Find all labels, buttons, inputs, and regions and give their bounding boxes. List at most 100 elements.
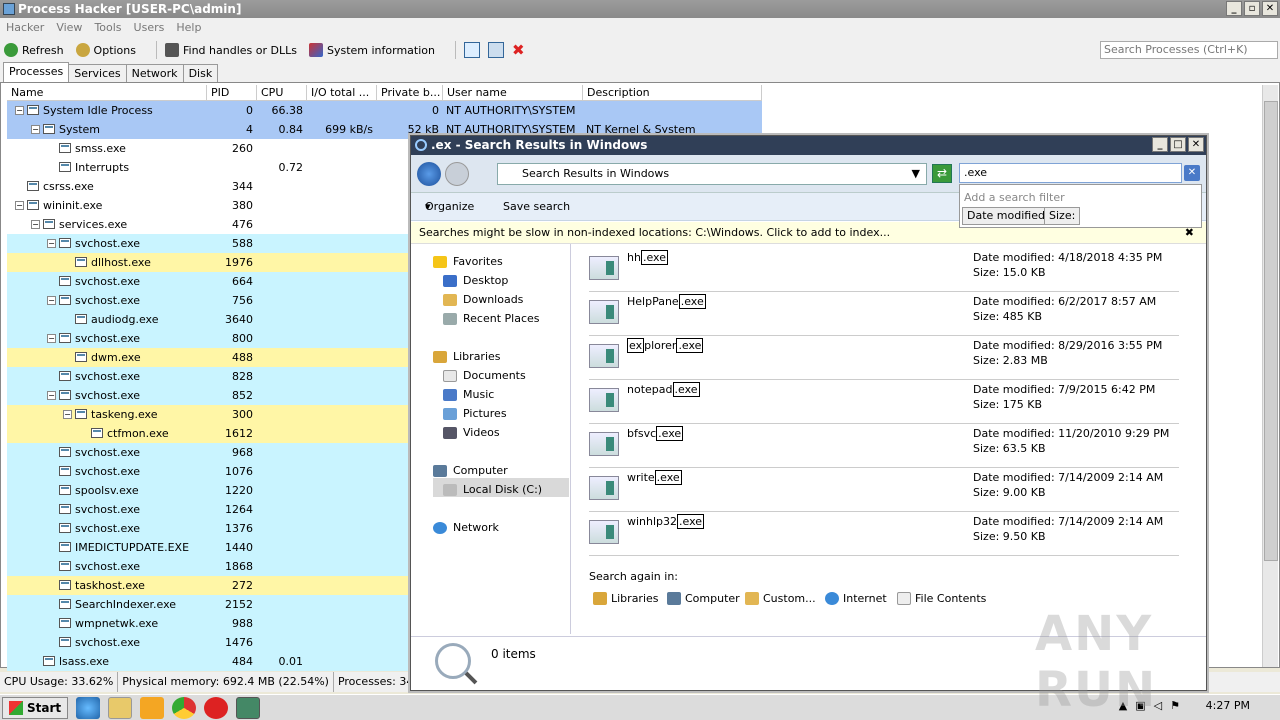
explorer-search-input[interactable]: .exe <box>959 163 1182 183</box>
system-info-label: System information <box>326 43 435 57</box>
process-icon <box>59 618 71 628</box>
search-again-file-contents[interactable]: File Contents <box>897 592 986 605</box>
status-processes: Processes: 34 <box>334 672 419 692</box>
system-info-button[interactable]: System information <box>308 43 435 57</box>
search-result-item[interactable]: notepad .exe Date modified: 7/9/2015 6:42 … <box>589 380 1179 424</box>
nav-videos[interactable]: Videos <box>443 423 500 442</box>
tree-toggle-icon[interactable]: − <box>31 124 40 134</box>
menu-tools[interactable]: Tools <box>92 18 127 38</box>
explorer-close-button[interactable]: ✕ <box>1188 137 1204 152</box>
search-clear-button[interactable]: ✕ <box>1184 165 1200 181</box>
nav-documents[interactable]: Documents <box>443 366 526 385</box>
search-result-item[interactable]: ex plorer .exe Date modified: 8/29/2016 3:5… <box>589 336 1179 380</box>
scrollbar-thumb[interactable] <box>1264 101 1278 561</box>
maximize-button[interactable]: ▫ <box>1244 1 1260 16</box>
tree-toggle-icon[interactable]: − <box>15 200 24 210</box>
filter-date-modified[interactable]: Date modified: <box>962 207 1054 225</box>
minimize-button[interactable]: _ <box>1226 1 1242 16</box>
col-name[interactable]: Name <box>7 85 207 101</box>
process-pid: 488 <box>232 351 253 364</box>
col-private[interactable]: Private b... <box>377 85 443 101</box>
tab-network[interactable]: Network <box>125 64 184 82</box>
process-cpu <box>257 329 307 348</box>
process-row[interactable]: − System Idle Process 0 66.38 0 NT AUTHORITY\… <box>7 101 762 120</box>
ie-icon[interactable] <box>76 696 101 719</box>
process-hacker-task-icon[interactable] <box>236 696 261 719</box>
process-search-input[interactable]: Search Processes (Ctrl+K) <box>1100 41 1278 59</box>
terminate-icon[interactable]: ✖ <box>512 42 528 58</box>
tree-toggle-icon[interactable]: − <box>47 333 56 343</box>
address-dropdown-icon[interactable]: ▼ <box>912 164 920 184</box>
process-cpu <box>257 196 307 215</box>
tree-toggle-icon[interactable]: − <box>63 409 72 419</box>
options-button[interactable]: Options <box>75 43 136 57</box>
window-arrow-icon[interactable] <box>487 42 504 58</box>
back-button[interactable] <box>417 162 441 186</box>
search-result-item[interactable]: winhlp32 .exe Date modified: 7/14/2009 2:1… <box>589 512 1179 556</box>
save-search-button[interactable]: Save search <box>503 193 570 221</box>
process-name-cell: − taskeng.exe <box>7 405 207 424</box>
process-name-cell: IMEDICTUPDATE.EXE <box>7 538 207 557</box>
menu-hacker[interactable]: Hacker <box>4 18 50 38</box>
search-result-item[interactable]: HelpPane .exe Date modified: 6/2/2017 8:57… <box>589 292 1179 336</box>
nav-network[interactable]: Network <box>433 518 499 537</box>
tab-processes[interactable]: Processes <box>3 62 70 82</box>
search-result-item[interactable]: write .exe Date modified: 7/14/2009 2:14 A… <box>589 468 1179 512</box>
nav-local-disk[interactable]: Local Disk (C:) <box>443 480 542 499</box>
tab-disk[interactable]: Disk <box>182 64 219 82</box>
menu-view[interactable]: View <box>54 18 88 38</box>
nav-desktop[interactable]: Desktop <box>443 271 508 290</box>
search-result-item[interactable]: hh .exe Date modified: 4/18/2018 4:35 PM Si… <box>589 248 1179 292</box>
search-again-computer[interactable]: Computer <box>667 592 740 605</box>
vertical-scrollbar[interactable] <box>1262 85 1278 667</box>
col-description[interactable]: Description <box>583 85 762 101</box>
start-button[interactable]: Start <box>2 696 69 719</box>
again-file-contents-label: File Contents <box>915 592 987 605</box>
search-again-libraries[interactable]: Libraries <box>593 592 659 605</box>
tree-toggle-icon[interactable]: − <box>31 219 40 229</box>
media-player-icon[interactable] <box>140 696 165 719</box>
process-icon <box>75 314 87 324</box>
close-button[interactable]: ✕ <box>1262 1 1278 16</box>
nav-favorites[interactable]: Favorites <box>433 252 503 271</box>
nav-downloads[interactable]: Downloads <box>443 290 523 309</box>
col-cpu[interactable]: CPU <box>257 85 307 101</box>
col-pid[interactable]: PID <box>207 85 257 101</box>
tree-toggle-icon[interactable]: − <box>47 390 56 400</box>
col-user[interactable]: User name <box>443 85 583 101</box>
search-again-internet[interactable]: Internet <box>825 592 887 605</box>
explorer-minimize-button[interactable]: _ <box>1152 137 1168 152</box>
opera-icon[interactable] <box>204 696 229 719</box>
process-cpu: 0.72 <box>278 161 304 174</box>
refresh-button[interactable]: Refresh <box>4 43 64 57</box>
find-handles-button[interactable]: Find handles or DLLs <box>165 43 297 57</box>
process-cpu <box>257 234 307 253</box>
nav-pictures[interactable]: Pictures <box>443 404 507 423</box>
tree-toggle-icon[interactable]: − <box>15 105 24 115</box>
process-name-cell: − svchost.exe <box>7 386 207 405</box>
tree-toggle-icon[interactable]: − <box>47 295 56 305</box>
internet-icon <box>825 592 839 605</box>
organize-button[interactable]: Organize ▾ <box>425 193 474 221</box>
forward-button[interactable] <box>445 162 469 186</box>
nav-music[interactable]: Music <box>443 385 494 404</box>
explorer-maximize-button[interactable]: □ <box>1170 137 1186 152</box>
chrome-icon[interactable] <box>172 696 197 719</box>
nav-documents-label: Documents <box>463 369 526 382</box>
tab-services[interactable]: Services <box>68 64 127 82</box>
search-result-item[interactable]: bfsvc .exe Date modified: 11/20/2010 9:29 … <box>589 424 1179 468</box>
search-again-custom[interactable]: Custom... <box>745 592 816 605</box>
nav-computer[interactable]: Computer <box>433 461 508 480</box>
tree-toggle-icon[interactable]: − <box>47 238 56 248</box>
window-icon[interactable] <box>463 42 480 58</box>
filter-size[interactable]: Size: <box>1044 207 1081 225</box>
col-io[interactable]: I/O total ... <box>307 85 377 101</box>
nav-recent[interactable]: Recent Places <box>443 309 540 328</box>
explorer-refresh-button[interactable]: ⇄ <box>932 164 952 183</box>
menu-help[interactable]: Help <box>174 18 207 38</box>
menu-users[interactable]: Users <box>132 18 171 38</box>
nav-libraries[interactable]: Libraries <box>433 347 501 366</box>
explorer-icon[interactable] <box>108 696 133 719</box>
address-bar[interactable]: Search Results in Windows ▼ <box>497 163 927 185</box>
process-name: svchost.exe <box>75 560 141 573</box>
